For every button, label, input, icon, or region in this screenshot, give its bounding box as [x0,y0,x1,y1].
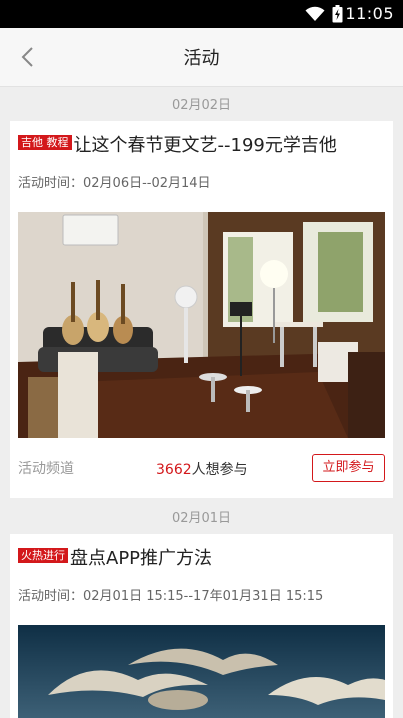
birds-image [18,625,385,718]
guitar-room-image [18,212,385,438]
participant-count: 3662人想参与 [156,459,248,479]
category-badge: 吉他 教程 [18,134,72,150]
activity-card[interactable]: 火热进行 盘点APP推广方法 活动时间：02月01日 15:15--17年01月3… [10,534,393,718]
participant-suffix: 人想参与 [191,462,248,478]
card-headline: 火热进行 盘点APP推广方法 [18,544,212,570]
card-title[interactable]: 盘点APP推广方法 [70,548,212,569]
status-badge: 火热进行 [18,547,68,563]
activity-photo[interactable] [18,212,385,438]
activity-channel: 活动频道 [18,461,74,477]
status-bar: 11:05 [0,0,403,28]
status-time: 11:05 [345,4,394,23]
join-button[interactable]: 立即参与 [312,454,385,482]
activity-time: 活动时间：02月01日 15:15--17年01月31日 15:15 [18,589,324,604]
card-headline: 吉他 教程 让这个春节更文艺--199元学吉他 [18,131,337,157]
date-separator: 02月02日 [171,98,232,113]
battery-charging-icon [332,5,343,23]
wifi-icon [305,6,325,21]
date-separator: 02月01日 [171,511,232,526]
card-title[interactable]: 让这个春节更文艺--199元学吉他 [74,135,337,156]
participant-number: 3662 [156,462,192,478]
activity-time: 活动时间：02月06日--02月14日 [18,176,211,191]
page-title: 活动 [183,48,220,69]
activity-photo[interactable] [18,625,385,718]
activity-card[interactable]: 吉他 教程 让这个春节更文艺--199元学吉他 活动时间：02月06日--02月1… [10,121,393,498]
app-bar: 活动 [0,28,403,87]
